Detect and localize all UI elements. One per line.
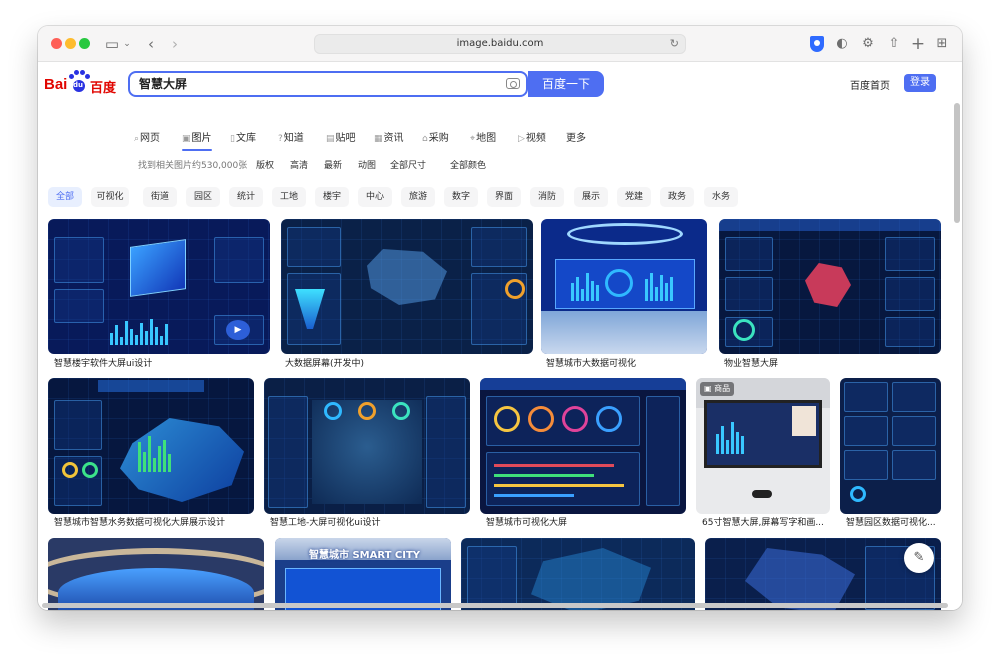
search-icon: ⌕: [134, 134, 140, 144]
sidebar-icon[interactable]: ▭: [104, 26, 120, 62]
tieba-icon: ▤: [326, 134, 335, 144]
tag-item[interactable]: 党建: [617, 187, 651, 207]
tag-all[interactable]: 全部: [48, 187, 82, 207]
zoom-window-button[interactable]: [79, 38, 90, 49]
tab-images[interactable]: ▣图片: [182, 131, 212, 151]
result-image[interactable]: ▣ 商品: [696, 378, 830, 514]
result-image[interactable]: [281, 219, 533, 354]
tab-news[interactable]: ▦资讯: [374, 131, 404, 147]
tab-web[interactable]: ⌕网页: [134, 131, 160, 147]
search-value: 智慧大屏: [139, 77, 188, 91]
tag-item[interactable]: 消防: [530, 187, 564, 207]
logo-chinese: 百度: [90, 81, 117, 96]
close-window-button[interactable]: [51, 38, 62, 49]
tab-purchase[interactable]: ⌂采购: [422, 131, 449, 147]
tag-item[interactable]: 水务: [704, 187, 738, 207]
plus-icon[interactable]: +: [910, 26, 926, 62]
result-caption[interactable]: 物业智慧大屏: [724, 358, 940, 370]
image-icon: ▣: [182, 134, 191, 144]
baidu-home-link[interactable]: 百度首页: [850, 77, 890, 92]
search-button[interactable]: 百度一下: [528, 71, 604, 97]
tag-item[interactable]: 展示: [574, 187, 608, 207]
question-icon: ?: [278, 134, 283, 144]
filter-color-dropdown[interactable]: 全部颜色 ⌄: [450, 159, 486, 173]
result-caption[interactable]: 智慧城市可视化大屏: [486, 517, 686, 529]
tab-more[interactable]: 更多: [566, 131, 586, 147]
map-icon: ⌖: [470, 134, 476, 144]
baidu-logo[interactable]: Bai du 百度: [44, 70, 117, 97]
result-caption[interactable]: 智慧城市智慧水务数据可视化大屏展示设计: [54, 517, 254, 529]
address-bar[interactable]: image.baidu.com ↻: [314, 34, 686, 54]
tag-item[interactable]: 工地: [272, 187, 306, 207]
back-icon[interactable]: ‹: [144, 26, 158, 62]
smart-city-sign: 智慧城市 SMART CITY: [309, 550, 421, 561]
result-caption[interactable]: 大数据屏幕(开发中): [285, 358, 531, 370]
filter-size-dropdown[interactable]: 全部尺寸 ⌄: [390, 159, 426, 173]
tag-item[interactable]: 统计: [229, 187, 263, 207]
tab-wenku[interactable]: ▯文库: [230, 131, 256, 147]
doc-icon: ▯: [230, 134, 235, 144]
search-input[interactable]: 智慧大屏: [128, 71, 528, 97]
filter-hd[interactable]: 高清: [290, 159, 308, 173]
reload-icon[interactable]: ↻: [670, 35, 679, 53]
bag-icon: ▣: [704, 384, 715, 393]
tag-item[interactable]: 街道: [143, 187, 177, 207]
result-image[interactable]: ▶: [48, 219, 270, 354]
gear-icon[interactable]: ⚙: [860, 26, 876, 62]
result-image[interactable]: [719, 219, 941, 354]
result-image[interactable]: [480, 378, 686, 514]
tab-zhidao[interactable]: ?知道: [278, 131, 304, 147]
result-caption[interactable]: 智慧园区数据可视化...: [846, 517, 941, 529]
camera-icon[interactable]: [506, 78, 520, 89]
logo-du: du: [73, 81, 83, 89]
result-caption[interactable]: 智慧工地-大屏可视化ui设计: [270, 517, 470, 529]
url-text: image.baidu.com: [456, 38, 544, 49]
result-image[interactable]: [541, 219, 707, 354]
result-image[interactable]: [48, 538, 264, 610]
page-content: Bai du 百度 智慧大屏 百度一下 百度首页 登录 ⌕网页 ▣图片 ▯文库 …: [38, 63, 962, 610]
half-circle-icon[interactable]: ◐: [834, 26, 850, 62]
grid-icon[interactable]: ⊞: [934, 26, 950, 62]
result-image[interactable]: 智慧城市 SMART CITY: [275, 538, 451, 610]
vertical-scrollbar[interactable]: [954, 103, 960, 223]
tag-item[interactable]: 旅游: [401, 187, 435, 207]
chevron-down-icon[interactable]: ⌄: [122, 26, 132, 62]
horizontal-scrollbar[interactable]: [42, 603, 948, 608]
video-icon: ▷: [518, 134, 525, 144]
minimize-window-button[interactable]: [65, 38, 76, 49]
result-count: 找到相关图片约530,000张: [138, 161, 248, 171]
result-image[interactable]: [840, 378, 941, 514]
filter-latest[interactable]: 最新: [324, 159, 342, 173]
result-image[interactable]: [264, 378, 470, 514]
tag-item[interactable]: 中心: [358, 187, 392, 207]
shield-icon[interactable]: [810, 36, 824, 52]
tab-video[interactable]: ▷视频: [518, 131, 546, 147]
tag-item[interactable]: 界面: [487, 187, 521, 207]
cart-icon: ⌂: [422, 134, 428, 144]
play-icon: ▶: [226, 320, 250, 340]
news-icon: ▦: [374, 134, 383, 144]
result-image[interactable]: [461, 538, 695, 610]
tag-item[interactable]: 楼宇: [315, 187, 349, 207]
login-button[interactable]: 登录: [904, 74, 936, 92]
result-caption[interactable]: 智慧楼宇软件大屏ui设计: [54, 358, 268, 370]
tag-item[interactable]: 园区: [186, 187, 220, 207]
tag-item[interactable]: 可视化: [91, 187, 129, 207]
tab-map[interactable]: ⌖地图: [470, 131, 496, 147]
result-image[interactable]: [48, 378, 254, 514]
browser-toolbar: ▭ ⌄ ‹ › image.baidu.com ↻ ◐ ⚙ ⇧ + ⊞: [38, 26, 962, 62]
filter-copyright[interactable]: 版权: [256, 159, 274, 173]
forward-icon[interactable]: ›: [168, 26, 182, 62]
tag-item[interactable]: 数字: [444, 187, 478, 207]
result-caption[interactable]: 65寸智慧大屏,屏幕写字和画...: [702, 517, 830, 529]
product-badge: ▣ 商品: [700, 382, 735, 396]
share-icon[interactable]: ⇧: [886, 26, 902, 62]
filter-animated[interactable]: 动图: [358, 159, 376, 173]
logo-latin: Bai: [44, 76, 68, 93]
edit-icon[interactable]: ✎: [904, 543, 934, 573]
tab-tieba[interactable]: ▤贴吧: [326, 131, 356, 147]
tag-item[interactable]: 政务: [660, 187, 694, 207]
result-caption[interactable]: 智慧城市大数据可视化: [546, 358, 706, 370]
browser-window: ▭ ⌄ ‹ › image.baidu.com ↻ ◐ ⚙ ⇧ + ⊞ Bai …: [38, 26, 962, 610]
